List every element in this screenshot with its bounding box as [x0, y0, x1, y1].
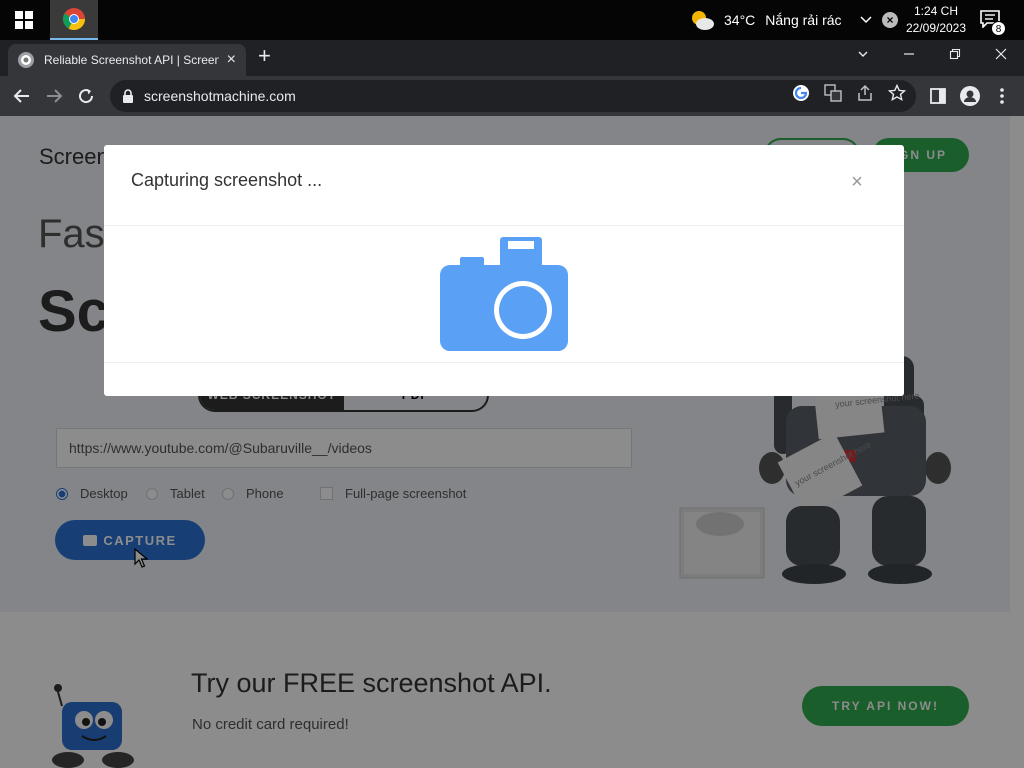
clock-date: 22/09/2023: [905, 21, 967, 35]
minimize-button[interactable]: [886, 40, 932, 68]
forward-arrow-icon: [47, 89, 63, 103]
tab-close-icon[interactable]: ×: [227, 51, 236, 69]
bookmark-button[interactable]: [888, 84, 906, 102]
restore-icon: [949, 48, 961, 60]
chrome-menu-button[interactable]: [992, 86, 1012, 106]
kebab-menu-icon: [1000, 88, 1004, 104]
chrome-logo-icon: [63, 8, 85, 30]
windows-logo-icon: [15, 11, 33, 29]
close-icon: [995, 48, 1007, 60]
close-window-button[interactable]: [978, 40, 1024, 68]
lock-icon: [123, 89, 133, 103]
profile-avatar-icon: [960, 86, 980, 106]
minimize-icon: [904, 53, 914, 55]
browser-tab[interactable]: Reliable Screenshot API | Screens ×: [8, 44, 246, 76]
restore-button[interactable]: [932, 40, 978, 68]
forward-button[interactable]: [42, 84, 66, 108]
reload-button[interactable]: [74, 84, 98, 108]
modal-divider-bottom: [104, 362, 904, 363]
site-favicon-icon: [18, 52, 34, 68]
taskbar-chrome-button[interactable]: [50, 0, 98, 40]
windows-taskbar: 34°C Nắng rải rác × 1:24 CH 22/09/2023 8: [0, 0, 1024, 40]
star-icon: [888, 84, 906, 102]
chevron-down-icon: [858, 51, 868, 57]
capture-modal: Capturing screenshot ... ×: [104, 145, 904, 396]
browser-toolbar: screenshotmachine.com: [0, 76, 1024, 116]
translate-icon: [824, 84, 842, 102]
new-tab-button[interactable]: +: [258, 44, 271, 68]
tab-title: Reliable Screenshot API | Screens: [44, 53, 219, 67]
tray-chevron-icon[interactable]: [858, 12, 874, 28]
share-button[interactable]: [856, 84, 874, 102]
tab-search-button[interactable]: [840, 40, 886, 68]
side-panel-icon: [930, 88, 946, 104]
camera-icon: [440, 237, 568, 351]
modal-divider: [104, 225, 904, 226]
side-panel-button[interactable]: [928, 86, 948, 106]
modal-close-icon[interactable]: ×: [848, 172, 866, 192]
taskbar-clock[interactable]: 1:24 CH 22/09/2023: [902, 3, 970, 37]
google-icon: [793, 85, 809, 101]
address-url: screenshotmachine.com: [144, 88, 296, 104]
weather-widget[interactable]: 34°C Nắng rải rác: [688, 0, 842, 40]
google-lens-button[interactable]: [792, 84, 810, 102]
share-icon: [858, 84, 872, 101]
notification-center-button[interactable]: 8: [980, 10, 1006, 36]
profile-button[interactable]: [960, 86, 980, 106]
reload-icon: [79, 89, 94, 104]
notification-count-badge: 8: [991, 21, 1006, 36]
tray-close-icon[interactable]: ×: [882, 12, 898, 28]
weather-temperature: 34°C: [724, 12, 756, 28]
modal-title: Capturing screenshot ...: [131, 170, 323, 190]
back-arrow-icon: [13, 89, 29, 103]
clock-time: 1:24 CH: [913, 4, 959, 18]
windows-start-button[interactable]: [0, 0, 48, 40]
translate-button[interactable]: [824, 84, 842, 102]
partly-sunny-icon: [692, 11, 714, 30]
back-button[interactable]: [10, 84, 34, 108]
weather-condition: Nắng rải rác: [765, 12, 842, 28]
